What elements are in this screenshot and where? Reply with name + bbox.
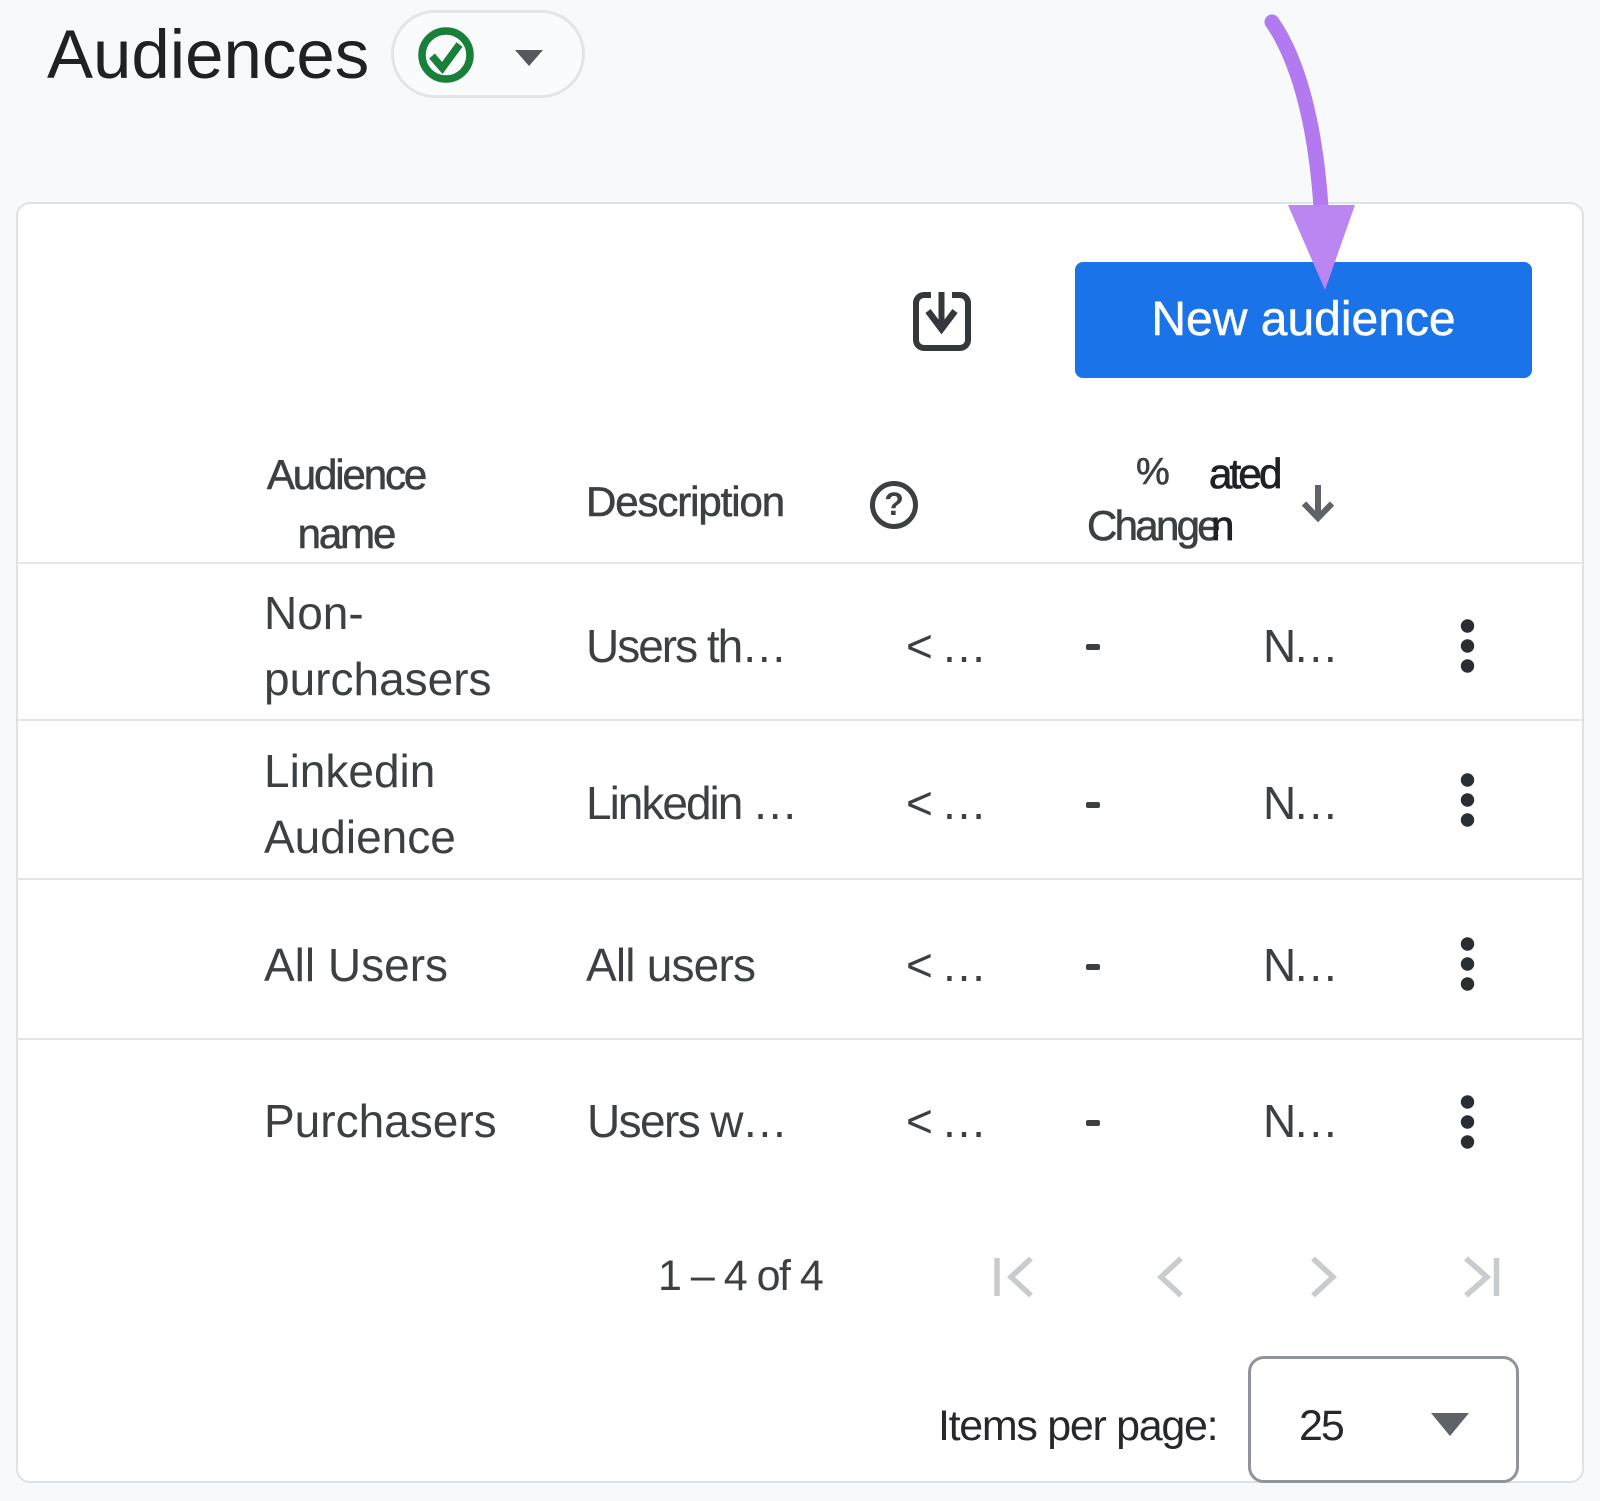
svg-text:?: ? xyxy=(884,486,904,522)
